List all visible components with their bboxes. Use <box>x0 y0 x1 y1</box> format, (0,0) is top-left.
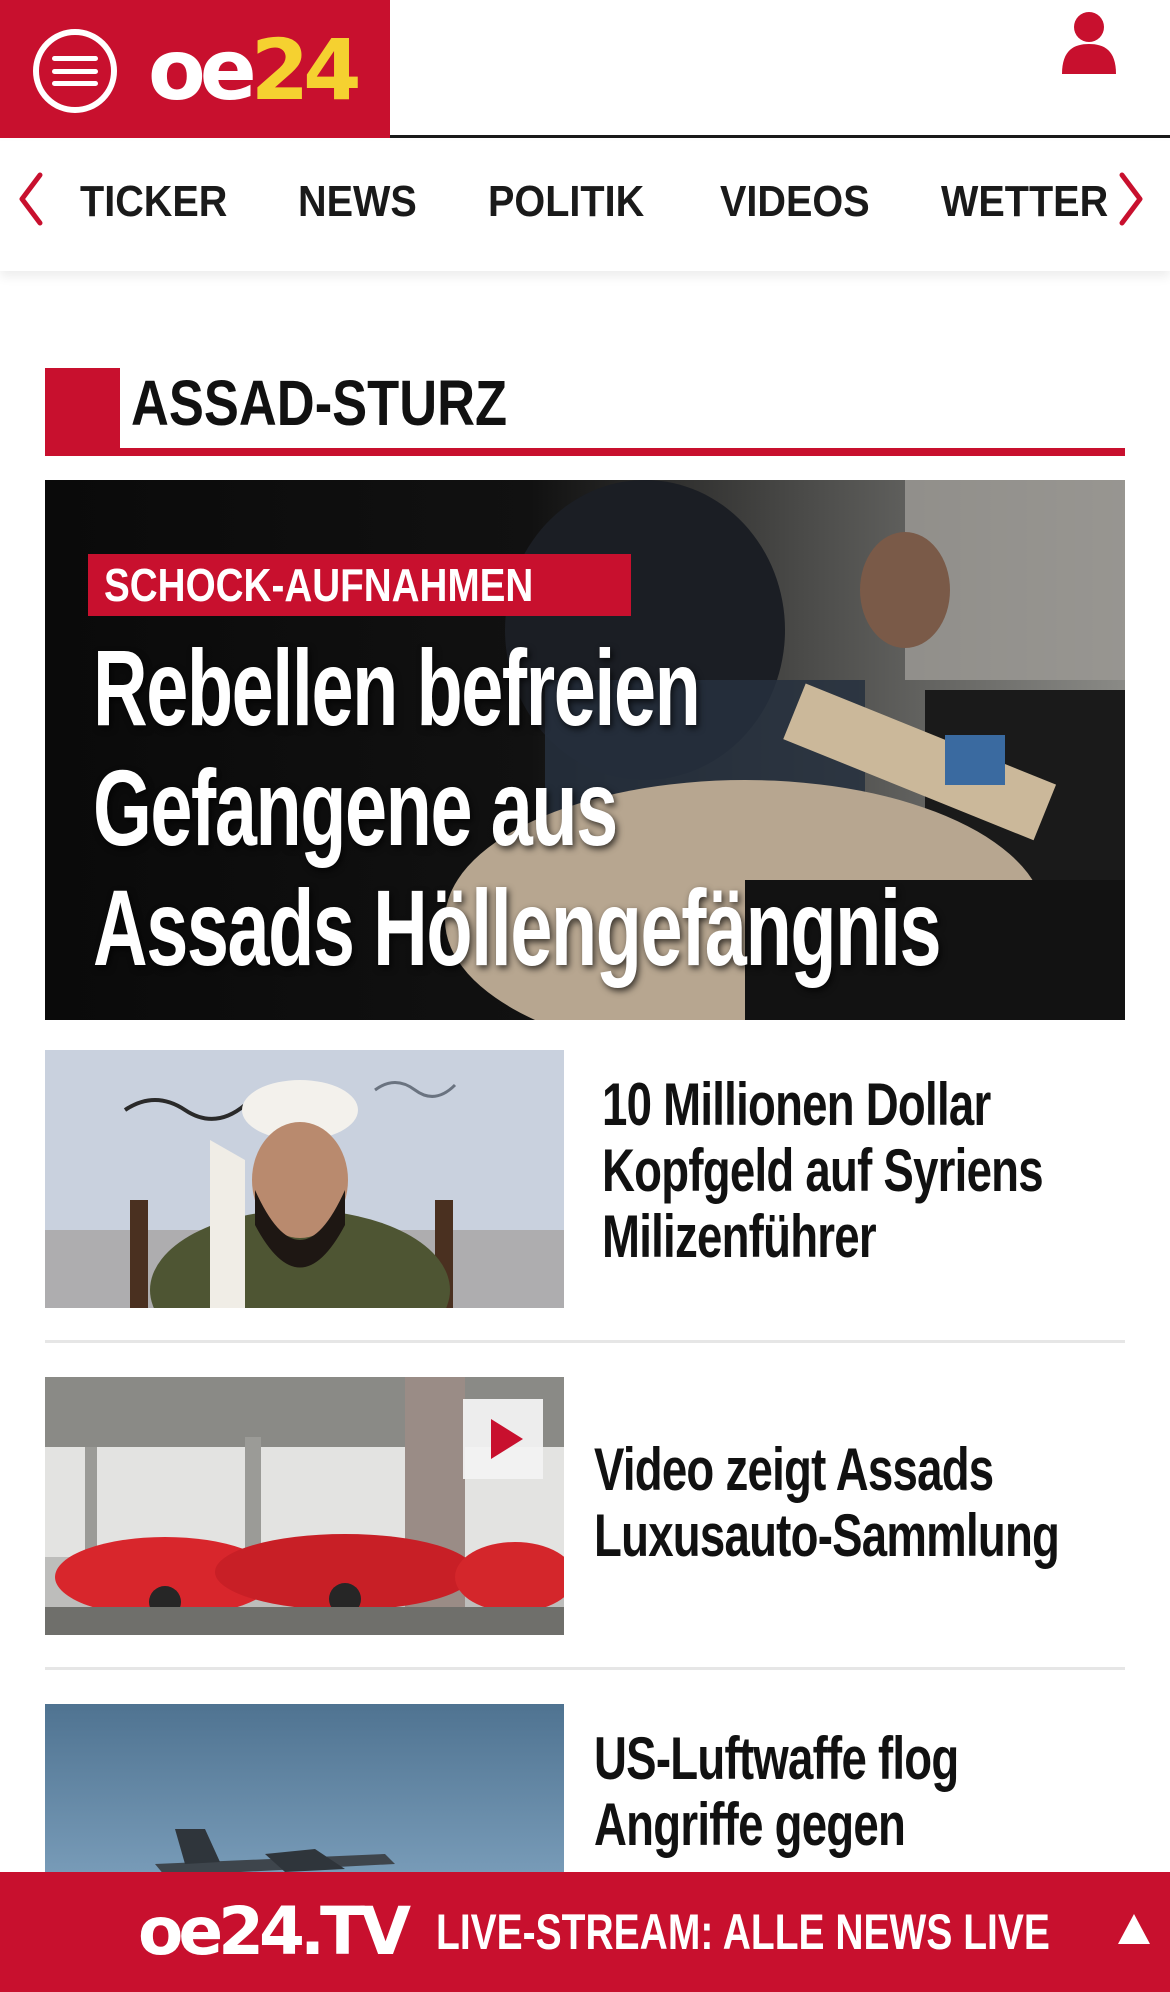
section-header: ASSAD-STURZ <box>45 368 1125 456</box>
nav-item-politik[interactable]: POLITIK <box>488 177 644 227</box>
logo-text: oe <box>148 21 257 119</box>
live-stream-label[interactable]: LIVE-STREAM: ALLE NEWS LIVE <box>436 1900 1050 1964</box>
chevron-left-icon[interactable] <box>14 169 48 229</box>
live-stream-bar[interactable]: oe24.TV LIVE-STREAM: ALLE NEWS LIVE <box>0 1872 1170 1992</box>
category-nav: TICKER NEWS POLITIK VIDEOS WETTER <box>0 141 1170 271</box>
hero-kicker: SCHOCK-AUFNAHMEN <box>88 554 632 616</box>
hero-headline-line: Assads Höllengefängnis <box>93 867 942 988</box>
live-logo: oe24.TV <box>138 1893 411 1970</box>
nav-item-wetter[interactable]: WETTER <box>941 177 1108 227</box>
nav-item-news[interactable]: NEWS <box>298 177 417 227</box>
section-accent-block <box>45 368 120 456</box>
user-account-icon[interactable] <box>1060 10 1118 74</box>
hero-headline-line: Rebellen befreien <box>93 627 701 748</box>
article-title[interactable]: Video zeigt Assads Luxusauto-Sammlung <box>594 1437 1096 1569</box>
menu-button[interactable] <box>33 29 117 113</box>
hero-headline-line: Gefangene aus <box>93 747 618 868</box>
article-thumbnail <box>45 1050 564 1308</box>
triangle-up-icon[interactable] <box>1116 1912 1152 1946</box>
site-logo[interactable]: oe 24 <box>148 20 362 120</box>
article-thumbnail <box>45 1377 564 1635</box>
article-title[interactable]: 10 Millionen Dollar Kopfgeld auf Syriens… <box>602 1072 1104 1270</box>
chevron-right-icon[interactable] <box>1114 169 1148 229</box>
brand-block: oe 24 <box>0 0 390 138</box>
section-underline <box>45 448 1125 456</box>
article-divider <box>45 1667 1125 1670</box>
article-title[interactable]: US-Luftwaffe flog Angriffe gegen <box>594 1726 1096 1858</box>
play-icon[interactable] <box>463 1399 543 1479</box>
hero-article[interactable]: SCHOCK-AUFNAHMEN Rebellen befreien Gefan… <box>45 480 1125 1020</box>
article-item[interactable]: 10 Millionen Dollar Kopfgeld auf Syriens… <box>45 1050 1125 1308</box>
section-title[interactable]: ASSAD-STURZ <box>131 368 507 438</box>
article-divider <box>45 1340 1125 1343</box>
article-item[interactable]: Video zeigt Assads Luxusauto-Sammlung <box>45 1377 1125 1635</box>
nav-item-videos[interactable]: VIDEOS <box>720 177 870 227</box>
hamburger-menu-icon <box>52 56 98 86</box>
logo-number: 24 <box>250 21 362 119</box>
top-header: oe 24 <box>0 0 1170 138</box>
hero-headline: Rebellen befreien Gefangene aus Assads H… <box>93 628 1073 988</box>
nav-item-ticker[interactable]: TICKER <box>80 177 227 227</box>
